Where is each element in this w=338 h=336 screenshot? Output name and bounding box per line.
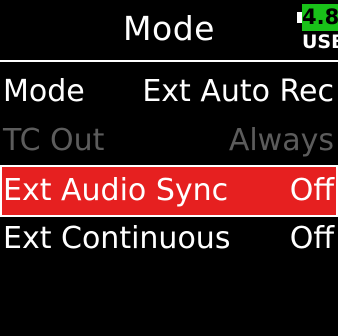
- header-divider: [0, 60, 338, 62]
- menu-item-value: Ext Auto Rec: [142, 74, 334, 109]
- menu-item-label: Mode: [3, 74, 85, 109]
- menu-item-mode[interactable]: Mode Ext Auto Rec: [0, 66, 338, 118]
- menu-item-value: Always: [228, 123, 334, 158]
- menu-item-ext-continuous[interactable]: Ext Continuous Off: [0, 213, 338, 265]
- battery-indicator: 4.8 USB: [297, 4, 338, 56]
- menu-item-label: Ext Audio Sync: [3, 173, 229, 208]
- battery-level: 4.8: [302, 4, 338, 31]
- power-source-label: USB: [302, 31, 338, 53]
- menu-item-value: Off: [289, 173, 334, 208]
- menu-item-tc-out: TC Out Always: [0, 115, 338, 167]
- page-title: Mode: [123, 9, 215, 48]
- menu-item-label: Ext Continuous: [3, 221, 231, 256]
- device-screen: Mode 4.8 USB Mode Ext Auto Rec TC Out Al…: [0, 0, 338, 336]
- menu-item-value: Off: [289, 221, 334, 256]
- header: Mode 4.8 USB: [0, 0, 338, 62]
- menu-item-ext-audio-sync[interactable]: Ext Audio Sync Off: [0, 165, 338, 217]
- menu-item-label: TC Out: [3, 123, 105, 158]
